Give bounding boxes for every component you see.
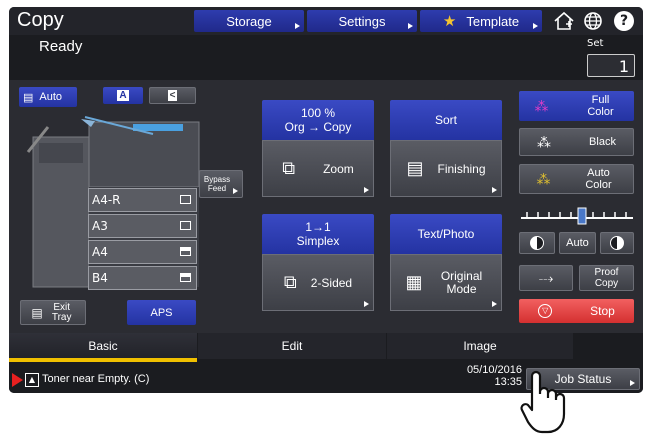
toner-icon: ▲ (25, 373, 39, 387)
density-auto-label: Auto (566, 237, 589, 249)
two-sided-icon: ⧉ (283, 272, 297, 292)
text-photo-header[interactable]: Text/Photo (390, 214, 502, 254)
orientation-portrait-button[interactable]: A (103, 87, 143, 104)
help-icon[interactable]: ? (614, 11, 634, 31)
half-circle-right-icon (610, 236, 624, 250)
set-count[interactable]: 1 (587, 54, 635, 77)
alert-arrow-icon (12, 373, 23, 387)
orientation-landscape-button[interactable]: < (149, 87, 196, 104)
density-lighter-button[interactable] (519, 232, 555, 254)
paper-icon: ▤ (23, 91, 34, 104)
zoom-org-copy: Org → Copy (284, 120, 352, 134)
home-icon[interactable] (553, 11, 575, 31)
original-mode-label: Original Mode (440, 268, 483, 296)
exit-tray-button[interactable]: ▤ Exit Tray (20, 300, 86, 325)
globe-icon[interactable] (583, 11, 603, 31)
settings-label: Settings (338, 13, 386, 29)
black-icon: ⁂ (537, 133, 552, 150)
zoom-label: Zoom (323, 161, 354, 176)
bypass-feed-label: Bypass Feed (203, 175, 231, 193)
app-title: Copy (17, 9, 64, 31)
paper-full-icon (180, 273, 191, 282)
auto-color-button[interactable]: ⁂ Auto Color (519, 164, 634, 194)
zoom-icon: ⧉ (282, 158, 296, 178)
proof-copy-label: Proof Copy (594, 267, 619, 289)
tab-image[interactable]: Image (387, 333, 573, 359)
tab-basic-label: Basic (88, 338, 118, 353)
template-label: Template (466, 13, 520, 29)
proof-copy-button[interactable]: Proof Copy (579, 265, 634, 291)
copy-panel: Copy Storage Settings ★ Template ? Ready… (9, 7, 643, 393)
zoom-percent: 100 % (300, 106, 336, 120)
storage-label: Storage (226, 13, 272, 29)
pointer-hand-icon (520, 370, 566, 434)
tray-1[interactable]: A4-R (88, 188, 197, 212)
original-mode-button[interactable]: ▦ Original Mode (390, 254, 502, 311)
two-sided-button[interactable]: ⧉ 2-Sided (262, 254, 374, 311)
density-auto-button[interactable]: Auto (559, 232, 596, 254)
sort-label: Sort (434, 113, 457, 127)
paper-full-icon (180, 247, 191, 256)
full-color-button[interactable]: ⁂ Full Color (519, 91, 634, 121)
landscape-a-icon: < (167, 90, 178, 101)
time: 13:35 (494, 376, 522, 388)
exit-tray-icon: ▤ (31, 305, 43, 320)
zoom-button[interactable]: ⧉ Zoom (262, 140, 374, 197)
auto-paper-label: Auto (39, 91, 63, 103)
exit-tray-label: Exit Tray (51, 301, 72, 323)
aps-button[interactable]: APS (127, 300, 196, 325)
sort-header[interactable]: Sort (390, 100, 502, 140)
storage-button[interactable]: Storage (194, 10, 304, 32)
tray-1-label: A4-R (92, 193, 121, 207)
tray-2[interactable]: A3 (88, 214, 197, 238)
stop-button[interactable]: ▽ Stop (519, 299, 634, 323)
tab-image-label: Image (463, 339, 497, 353)
tray-3[interactable]: A4 (88, 240, 197, 264)
tab-edit[interactable]: Edit (198, 333, 386, 359)
black-button[interactable]: ⁂ Black (519, 128, 634, 156)
paper-empty-icon (180, 221, 191, 230)
auto-color-icon: ⁂ (536, 171, 551, 187)
date: 05/10/2016 (466, 364, 522, 376)
date-time: 05/10/2016 13:35 (449, 364, 522, 388)
star-icon: ★ (442, 13, 457, 30)
duplex-mode: 1→1 (305, 220, 331, 234)
black-label: Black (589, 136, 616, 148)
density-darker-button[interactable] (600, 232, 634, 254)
tab-basic[interactable]: Basic (9, 333, 197, 362)
half-circle-left-icon (530, 236, 544, 250)
stop-icon: ▽ (538, 304, 553, 318)
tray-3-label: A4 (92, 245, 108, 259)
interrupt-button[interactable]: ⤏ (519, 265, 573, 291)
interrupt-icon: ⤏ (538, 269, 554, 286)
auto-paper-button[interactable]: ▤ Auto (19, 87, 77, 107)
tab-edit-label: Edit (281, 339, 303, 353)
status-ready: Ready (39, 38, 83, 55)
text-photo-label: Text/Photo (417, 227, 475, 241)
finishing-icon: ▤ (406, 158, 424, 178)
duplex-simplex: Simplex (296, 234, 340, 248)
finishing-label: Finishing (437, 161, 486, 176)
two-sided-label: 2-Sided (310, 275, 353, 290)
template-button[interactable]: ★ Template (420, 10, 542, 32)
bypass-feed-button[interactable]: Bypass Feed (199, 170, 243, 198)
density-scale[interactable] (519, 206, 635, 226)
status-message: Toner near Empty. (C) (42, 373, 150, 385)
full-color-icon: ⁂ (534, 98, 549, 114)
portrait-a-icon: A (117, 90, 129, 101)
settings-button[interactable]: Settings (307, 10, 417, 32)
zoom-ratio-header[interactable]: 100 % Org → Copy (262, 100, 374, 140)
tray-4-label: B4 (92, 271, 108, 285)
finishing-button[interactable]: ▤ Finishing (390, 140, 502, 197)
stop-label: Stop (590, 304, 615, 318)
tray-4[interactable]: B4 (88, 266, 197, 290)
aps-label: APS (150, 306, 173, 319)
duplex-header[interactable]: 1→1 Simplex (262, 214, 374, 254)
paper-empty-icon (180, 195, 191, 204)
set-label: Set (587, 38, 604, 49)
original-mode-icon: ▦ (405, 272, 423, 292)
tray-2-label: A3 (92, 219, 108, 233)
full-color-label: Full Color (587, 94, 614, 118)
auto-color-label: Auto Color (585, 167, 612, 191)
